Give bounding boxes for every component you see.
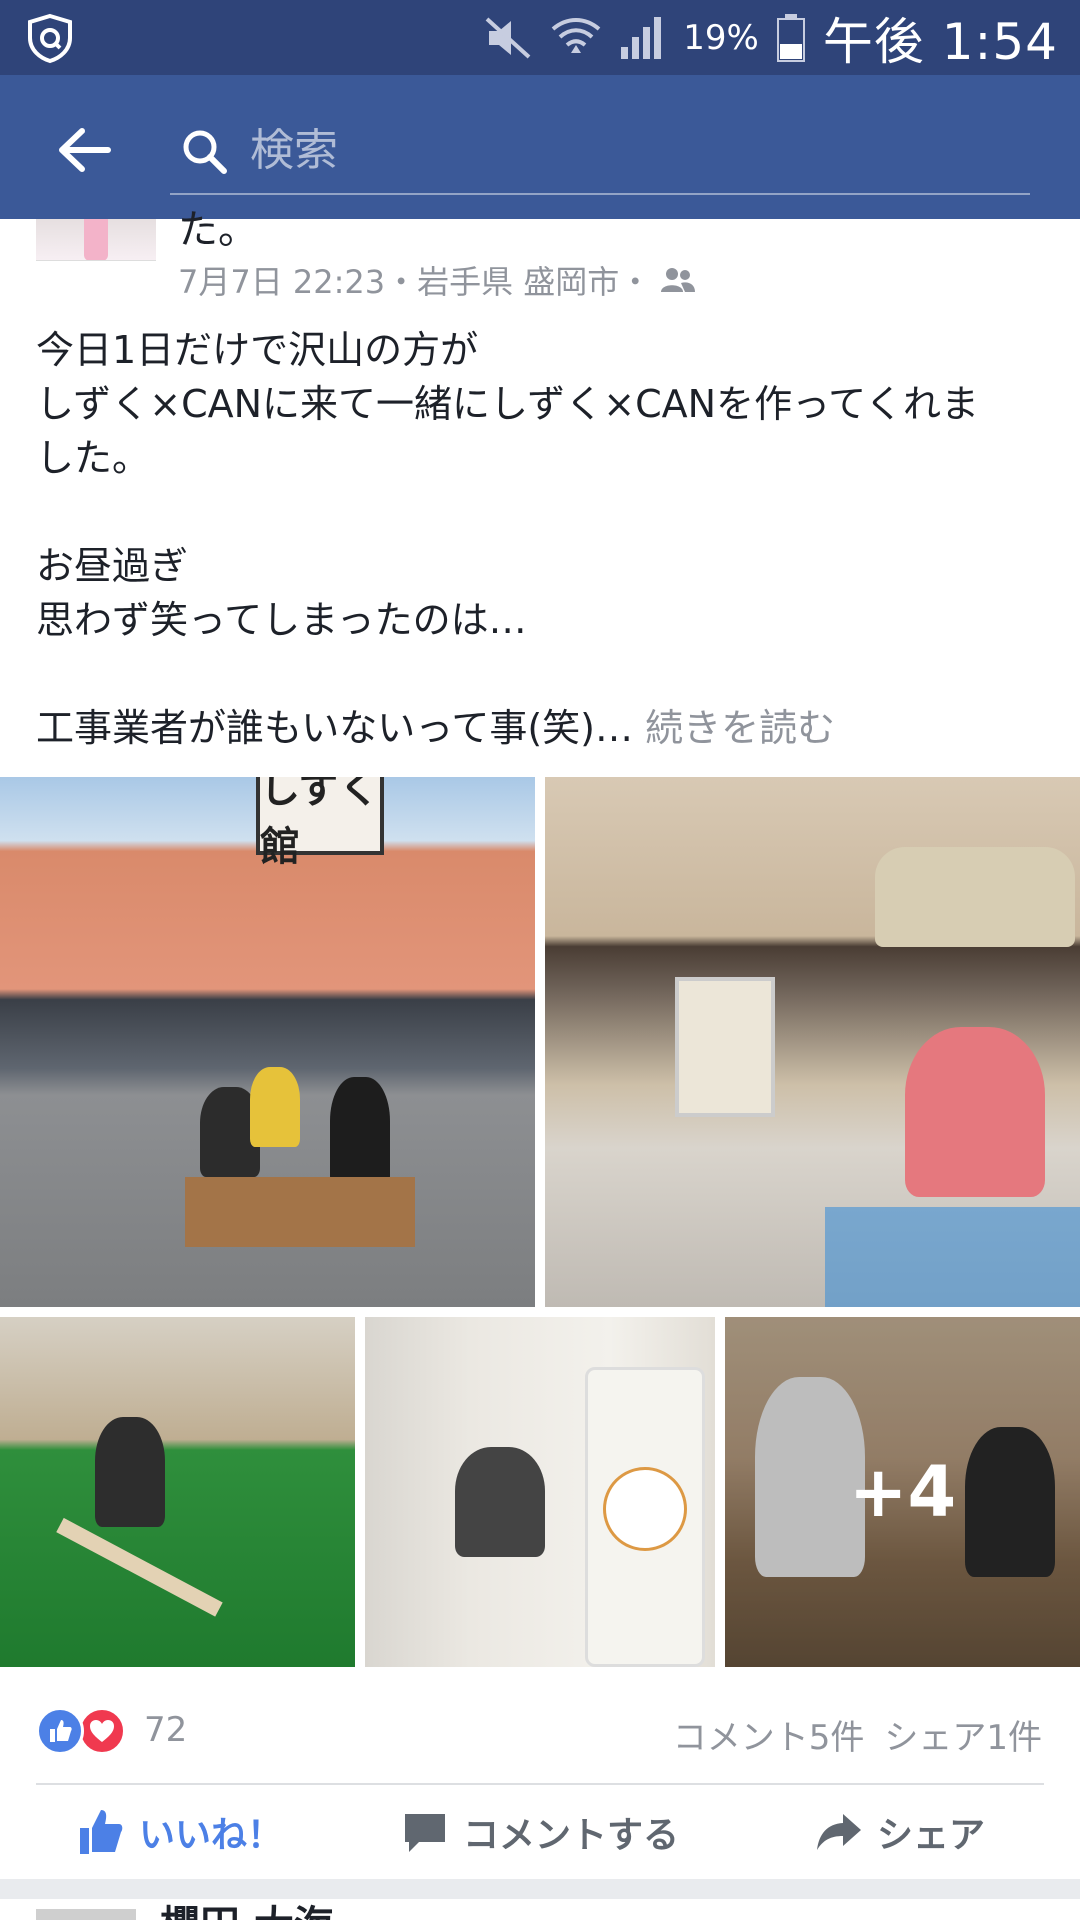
comment-button[interactable]: コメントする <box>360 1785 720 1879</box>
share-arrow-icon <box>816 1814 861 1850</box>
engagement-counts: コメント5件 シェア1件 <box>673 1710 1042 1759</box>
love-reaction-icon <box>78 1707 126 1755</box>
body-line: 思わず笑ってしまったのは… <box>36 598 527 642</box>
store-sign: しずく館 <box>256 777 384 870</box>
back-button[interactable] <box>50 115 120 185</box>
search-icon <box>183 130 227 174</box>
signal-icon <box>621 16 662 59</box>
like-label: いいね！ <box>138 1815 283 1856</box>
body-line: した。 <box>36 436 151 480</box>
photo-storefront[interactable]: しずく館 <box>0 777 535 1307</box>
photo-painting-frame[interactable] <box>545 777 1080 1307</box>
friends-audience-icon <box>661 268 696 292</box>
post-header-text: た。 <box>178 207 258 253</box>
body-line: 工事業者が誰もいないって事(笑)… 続きを読む <box>36 701 1046 755</box>
body-line: 今日1日だけで沢山の方が <box>36 328 479 372</box>
like-button[interactable]: いいね！ <box>0 1785 360 1879</box>
thumbs-up-icon <box>79 1810 123 1854</box>
search-input[interactable] <box>250 115 1010 185</box>
reaction-count[interactable]: 72 <box>144 1710 187 1750</box>
battery-percent: 19% <box>683 17 759 58</box>
photo-more[interactable]: +4 <box>725 1317 1080 1667</box>
body-line: しずく×CANに来て一緒にしずく×CANを作ってくれま <box>36 382 980 426</box>
next-post-peek: 櫻田 大海 <box>0 1899 1080 1920</box>
shares-count[interactable]: シェア1件 <box>884 1710 1042 1759</box>
comment-icon <box>404 1814 445 1852</box>
author-avatar[interactable] <box>36 219 156 261</box>
share-label: シェア <box>876 1815 985 1856</box>
body-line: お昼過ぎ <box>36 544 189 588</box>
back-arrow-icon <box>59 128 111 172</box>
mute-icon <box>485 17 531 58</box>
comments-count[interactable]: コメント5件 <box>673 1710 865 1759</box>
post-body: 今日1日だけで沢山の方が しずく×CANに来て一緒にしずく×CANを作ってくれま… <box>36 323 1046 755</box>
search-header <box>0 75 1080 219</box>
next-post-avatar[interactable] <box>36 1909 136 1920</box>
status-bar: 19% 午後 1:54 <box>0 0 1080 75</box>
feed-post: た。 7月7日 22:23・岩手県 盛岡市・ 今日1日だけで沢山の方が しずく×… <box>0 207 1080 1879</box>
reaction-summary: 72 コメント5件 シェア1件 <box>0 1677 1080 1777</box>
post-meta: 7月7日 22:23・岩手県 盛岡市・ <box>178 257 696 303</box>
search-bar[interactable] <box>170 105 1030 195</box>
battery-icon <box>776 13 805 62</box>
shield-icon <box>28 13 72 64</box>
photo-machine-room[interactable] <box>365 1317 715 1667</box>
see-more-link[interactable]: 続きを読む <box>645 706 835 750</box>
share-button[interactable]: シェア <box>720 1785 1080 1879</box>
body-line-text: 工事業者が誰もいないって事(笑)… <box>36 706 633 750</box>
clock: 午後 1:54 <box>822 12 1058 71</box>
next-post-author[interactable]: 櫻田 大海 <box>160 1899 334 1920</box>
photo-green-floor[interactable] <box>0 1317 355 1667</box>
wifi-icon <box>551 17 601 53</box>
reaction-icons[interactable] <box>36 1707 136 1755</box>
comment-label: コメントする <box>462 1815 679 1856</box>
post-action-bar: いいね！ コメントする シェア <box>0 1785 1080 1879</box>
post-timestamp-location[interactable]: 7月7日 22:23・岩手県 盛岡市・ <box>178 257 651 303</box>
more-photos-count: +4 <box>848 1451 957 1533</box>
like-reaction-icon <box>36 1707 84 1755</box>
